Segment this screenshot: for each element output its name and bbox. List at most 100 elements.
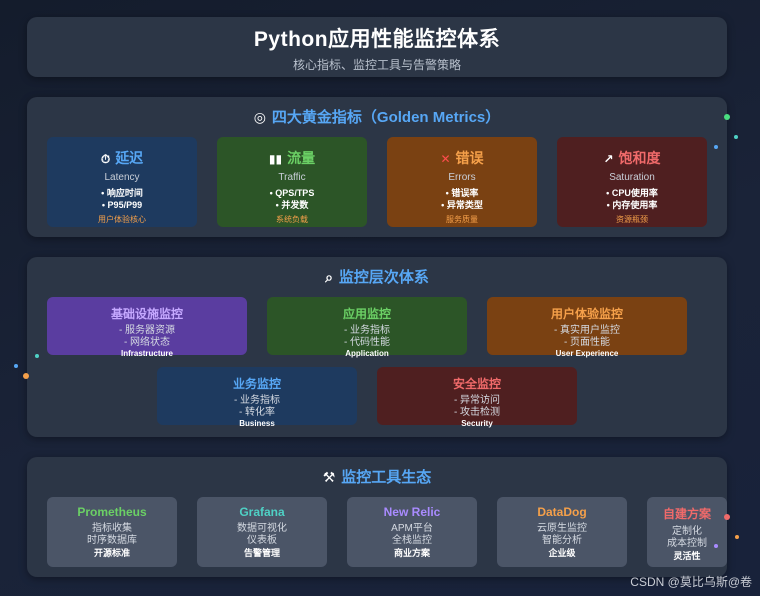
tool-point: 云原生监控: [537, 523, 587, 534]
golden-metrics-title-text: 四大黄金指标（Golden Metrics）: [271, 109, 501, 126]
metric-tag: 服务质量: [446, 215, 478, 224]
layer-point: - 业务指标: [343, 325, 391, 336]
tools-ecosystem-title: ⚒ 监控工具生态: [27, 466, 727, 487]
metric-head: ↗ 饱和度: [557, 148, 707, 168]
layer-point: - 服务器资源: [118, 325, 176, 336]
layer-name: 业务监控: [232, 377, 281, 391]
tool-point: 定制化: [672, 526, 702, 537]
tool-tag: 告警管理: [243, 548, 280, 558]
decor-dot: [23, 373, 29, 379]
metric-head: ✕ 错误: [387, 148, 537, 168]
layer-card-infrastructure: 基础设施监控 - 服务器资源 - 网络状态 Infrastructure: [47, 297, 247, 358]
metric-name: 延迟: [115, 150, 144, 166]
metric-tag: 资源瓶颈: [616, 215, 648, 224]
layer-point: - 转化率: [238, 407, 276, 418]
page-title: Python应用性能监控体系: [253, 28, 501, 51]
metric-card-errors: ✕ 错误 Errors • 错误率 • 异常类型 服务质量: [387, 137, 537, 227]
tool-card-grafana: Grafana 数据可视化 仪表板 告警管理: [197, 497, 327, 567]
tool-card-prometheus: Prometheus 指标收集 时序数据库 开源标准: [47, 497, 177, 567]
metric-point: • 异常类型: [441, 200, 483, 210]
metric-head: ⏱ 延迟: [47, 148, 197, 168]
tools-ecosystem-title-text: 监控工具生态: [341, 469, 432, 486]
layer-en: User Experience: [555, 349, 619, 358]
tool-name: 自建方案: [662, 507, 711, 521]
decor-dot: [714, 145, 718, 149]
metric-en: Traffic: [278, 172, 306, 183]
metric-name: 饱和度: [618, 150, 661, 166]
layer-name: 安全监控: [452, 377, 501, 391]
tool-name: Grafana: [239, 505, 285, 519]
metric-head: ▮▮ 流量: [217, 148, 367, 168]
monitoring-layers-title-text: 监控层次体系: [338, 269, 429, 286]
decor-dot: [724, 514, 730, 520]
metric-card-traffic: ▮▮ 流量 Traffic • QPS/TPS • 并发数 系统负载: [217, 137, 367, 227]
golden-metrics-panel: ◎ 四大黄金指标（Golden Metrics） ⏱ 延迟 Latency • 响应…: [27, 97, 727, 237]
tool-tag: 灵活性: [673, 551, 701, 561]
metric-card-saturation: ↗ 饱和度 Saturation • CPU使用率 • 内存使用率 资源瓶颈: [557, 137, 707, 227]
metric-point: • P95/P99: [101, 200, 143, 210]
metric-en: Saturation: [609, 172, 655, 183]
metric-card-latency: ⏱ 延迟 Latency • 响应时间 • P95/P99 用户体验核心: [47, 137, 197, 227]
layer-point: - 真实用户监控: [553, 325, 621, 336]
layer-name: 应用监控: [342, 307, 391, 321]
decor-dot: [735, 535, 739, 539]
layer-name: 基础设施监控: [110, 307, 183, 321]
layer-point: - 攻击检测: [453, 407, 501, 418]
header-panel: Python应用性能监控体系 核心指标、监控工具与告警策略: [27, 17, 727, 77]
metric-en: Errors: [448, 172, 476, 183]
tools-ecosystem-panel: ⚒ 监控工具生态 Prometheus 指标收集 时序数据库 开源标准 Grafa…: [27, 457, 727, 577]
monitoring-layers-title: ⌕ 监控层次体系: [27, 266, 727, 287]
stopwatch-icon: ⏱: [100, 152, 111, 166]
tool-tag: 开源标准: [93, 548, 130, 558]
layer-en: Business: [239, 419, 275, 428]
metric-point: • 内存使用率: [606, 200, 658, 210]
tool-point: 数据可视化: [237, 523, 287, 534]
metric-tag: 系统负载: [276, 215, 308, 224]
tool-point: 智能分析: [542, 535, 582, 546]
tool-card-new-relic: New Relic APM平台 全栈监控 商业方案: [347, 497, 477, 567]
layer-en: Security: [461, 419, 493, 428]
tool-tag: 商业方案: [393, 548, 430, 558]
bar-chart-icon: ▮▮: [268, 152, 283, 166]
layer-en: Application: [345, 349, 389, 358]
metric-tag: 用户体验核心: [98, 215, 146, 224]
tool-name: Prometheus: [77, 505, 147, 519]
monitoring-layers-panel: ⌕ 监控层次体系 基础设施监控 - 服务器资源 - 网络状态 Infrastruc…: [27, 257, 727, 437]
decor-dot: [724, 114, 730, 120]
layer-point: - 业务指标: [233, 395, 281, 406]
metric-name: 错误: [455, 150, 484, 166]
cross-mark-icon: ✕: [440, 152, 451, 166]
metric-en: Latency: [104, 172, 140, 183]
tool-name: DataDog: [537, 505, 587, 519]
tool-point: 仪表板: [247, 535, 277, 546]
tool-card-self-built: 自建方案 定制化 成本控制 灵活性: [647, 497, 727, 567]
metric-point: • 并发数: [275, 200, 309, 210]
target-icon: ◎: [253, 109, 266, 125]
tool-point: 指标收集: [92, 523, 132, 534]
magnifier-icon: ⌕: [325, 269, 333, 285]
decor-dot: [734, 135, 738, 139]
tool-point: APM平台: [391, 523, 433, 534]
metric-point: • CPU使用率: [606, 188, 658, 198]
layer-point: - 代码性能: [343, 337, 391, 348]
layer-card-security: 安全监控 - 异常访问 - 攻击检测 Security: [377, 367, 577, 428]
tool-tag: 企业级: [548, 548, 576, 558]
metric-point: • 响应时间: [101, 188, 143, 198]
decor-dot: [35, 354, 39, 358]
tool-card-datadog: DataDog 云原生监控 智能分析 企业级: [497, 497, 627, 567]
watermark: CSDN @莫比乌斯@卷: [630, 575, 752, 589]
layer-name: 用户体验监控: [550, 307, 623, 321]
layer-point: - 异常访问: [453, 395, 501, 406]
layer-en: Infrastructure: [120, 349, 173, 358]
hammer-wrench-icon: ⚒: [322, 469, 336, 485]
metric-point: • QPS/TPS: [269, 188, 315, 198]
tool-point: 时序数据库: [87, 535, 137, 546]
tool-point: 全栈监控: [392, 535, 432, 546]
layer-point: - 网络状态: [123, 337, 171, 348]
decor-dot: [14, 364, 18, 368]
layer-card-business: 业务监控 - 业务指标 - 转化率 Business: [157, 367, 357, 428]
layer-point: - 页面性能: [563, 337, 611, 348]
tool-name: New Relic: [383, 505, 441, 519]
metric-point: • 错误率: [445, 188, 479, 198]
metric-name: 流量: [287, 150, 316, 166]
